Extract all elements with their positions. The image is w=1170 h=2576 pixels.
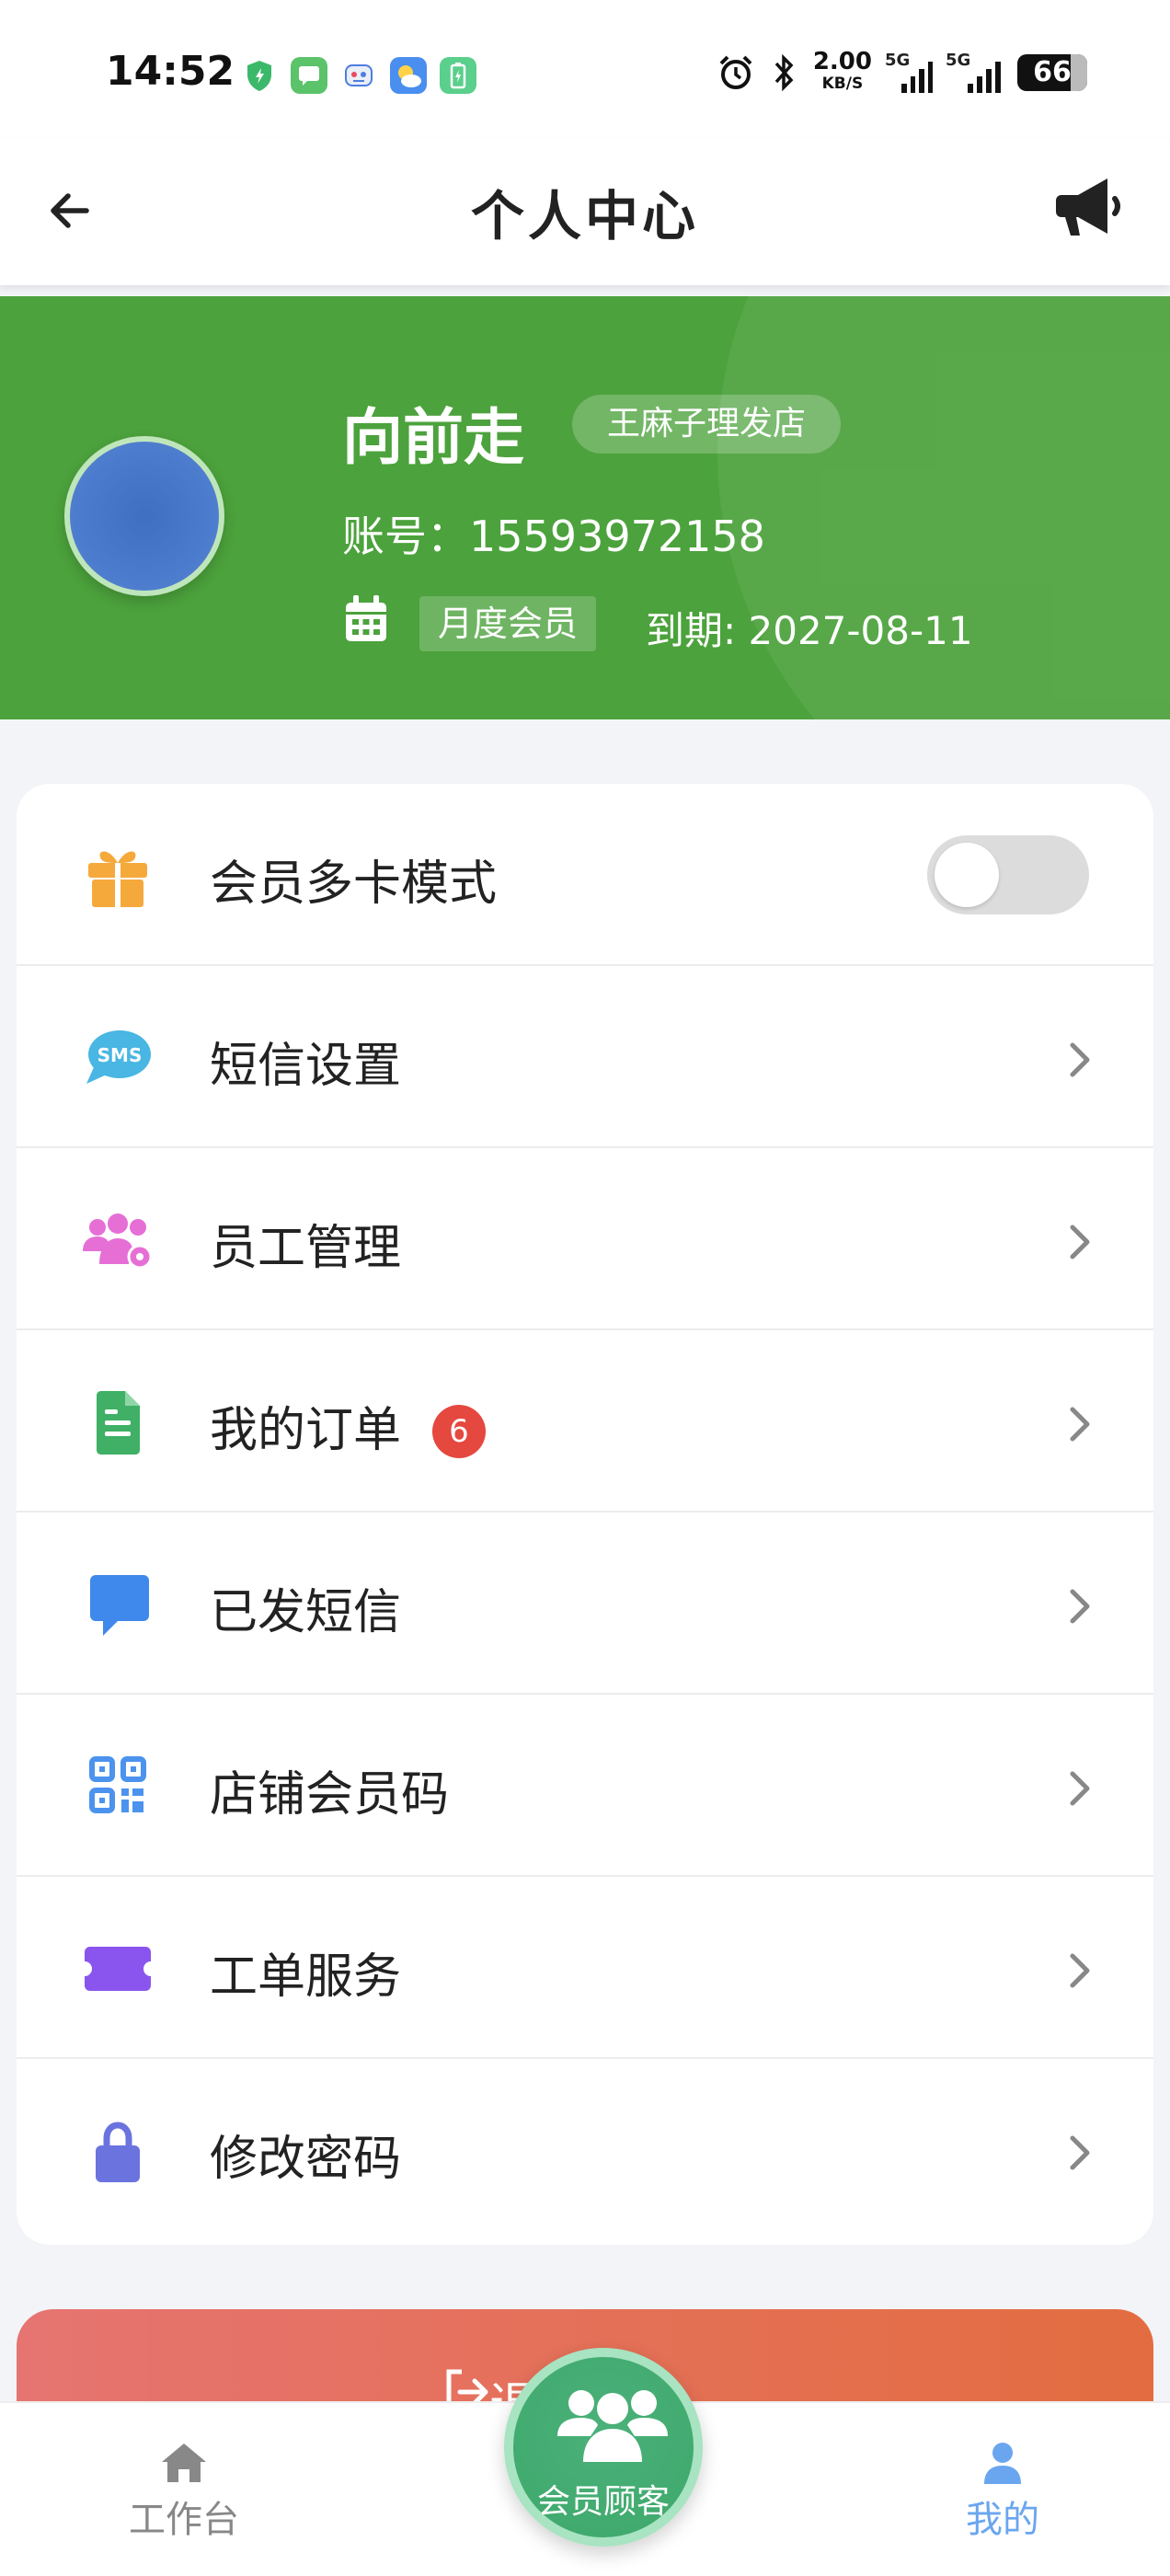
status-app-icons (241, 57, 476, 94)
qr-code-icon (89, 1756, 146, 1813)
menu-item-label: 店铺会员码 (210, 1767, 450, 1823)
menu-item-label: 员工管理 (210, 1221, 402, 1276)
calendar-icon (346, 595, 386, 641)
member-customers-button[interactable]: 会员顾客 (504, 2348, 703, 2547)
menu-item-multi-card-mode: 会员多卡模式 (17, 784, 1153, 966)
shield-app-icon (241, 57, 278, 94)
settings-menu: 会员多卡模式 SMS 短信设置 员工管理 我的订单 6 已发短信 店铺会员码 工… (17, 784, 1153, 2245)
menu-item-sms-settings[interactable]: SMS 短信设置 (17, 966, 1153, 1148)
menu-item-label: 短信设置 (210, 1039, 402, 1094)
robot-app-icon (340, 57, 377, 94)
gift-icon (88, 851, 147, 907)
tab-label: 工作台 (129, 2499, 239, 2541)
membership-expire-date: 到期: 2027-08-11 (646, 608, 973, 653)
order-count-badge: 6 (432, 1405, 486, 1458)
network-speed: 2.00 KB/S (812, 48, 872, 93)
alarm-icon (719, 55, 752, 89)
navigation-bar: 个人中心 (0, 138, 1170, 285)
user-name: 向前走 (342, 402, 524, 473)
tab-mine[interactable]: 我的 (911, 2440, 1095, 2543)
svg-text:SMS: SMS (98, 1044, 143, 1066)
chevron-right-icon (1070, 1225, 1090, 1259)
status-indicators: 2.00 KB/S 5G 5G 66 (716, 48, 1087, 95)
page-title: 个人中心 (470, 185, 699, 247)
chevron-right-icon (1070, 1407, 1090, 1442)
account-number: 账号：15593972158 (342, 512, 765, 561)
weather-app-icon (390, 57, 427, 94)
signal-icon: 5G (885, 51, 933, 93)
menu-item-label: 工单服务 (210, 1949, 402, 2005)
chevron-right-icon (1070, 2135, 1090, 2170)
decorative-circle (717, 296, 1170, 719)
menu-item-my-orders[interactable]: 我的订单 6 (17, 1330, 1153, 1512)
store-name-badge: 王麻子理发店 (572, 395, 842, 454)
menu-item-label: 已发短信 (210, 1585, 402, 1640)
menu-item-label: 会员多卡模式 (210, 857, 498, 912)
battery-icon: 66 (1017, 54, 1087, 91)
battery-saver-app-icon (440, 57, 476, 94)
chevron-right-icon (1070, 1589, 1090, 1624)
chevron-right-icon (1070, 1771, 1090, 1806)
home-icon (162, 2444, 206, 2482)
menu-item-work-order-service[interactable]: 工单服务 (17, 1877, 1153, 2059)
menu-item-change-password[interactable]: 修改密码 (17, 2059, 1153, 2241)
menu-item-sent-sms[interactable]: 已发短信 (17, 1512, 1153, 1695)
document-icon (97, 1391, 140, 1455)
chevron-right-icon (1070, 1042, 1090, 1077)
membership-level-badge: 月度会员 (419, 596, 597, 651)
staff-settings-icon (83, 1213, 153, 1270)
group-users-icon (557, 2390, 668, 2462)
status-time: 14:52 (106, 48, 235, 95)
multi-card-mode-toggle[interactable] (927, 835, 1089, 914)
center-button-label: 会员顾客 (536, 2483, 670, 2521)
profile-header: 向前走 王麻子理发店 账号：15593972158 月度会员 到期: 2027-… (0, 296, 1170, 719)
messages-app-icon (291, 57, 327, 94)
user-icon (984, 2443, 1021, 2484)
toggle-knob (935, 843, 999, 907)
lock-icon (96, 2122, 140, 2182)
status-bar: 14:52 2.00 KB/S 5G 5G 66 (0, 0, 1170, 138)
chevron-right-icon (1070, 1953, 1090, 1988)
tab-workbench[interactable]: 工作台 (92, 2440, 276, 2543)
signal-icon-2: 5G (946, 51, 1001, 93)
menu-item-store-member-code[interactable]: 店铺会员码 (17, 1695, 1153, 1877)
sms-icon: SMS (86, 1030, 151, 1084)
menu-item-label: 修改密码 (210, 2132, 402, 2187)
tab-label: 我的 (966, 2499, 1039, 2541)
avatar[interactable] (64, 436, 224, 596)
bluetooth-icon (774, 53, 794, 92)
ticket-icon (85, 1947, 151, 1991)
chat-bubble-icon (90, 1575, 149, 1636)
menu-item-staff-management[interactable]: 员工管理 (17, 1148, 1153, 1330)
megaphone-icon[interactable] (1050, 171, 1124, 245)
menu-item-label: 我的订单 (210, 1403, 402, 1458)
